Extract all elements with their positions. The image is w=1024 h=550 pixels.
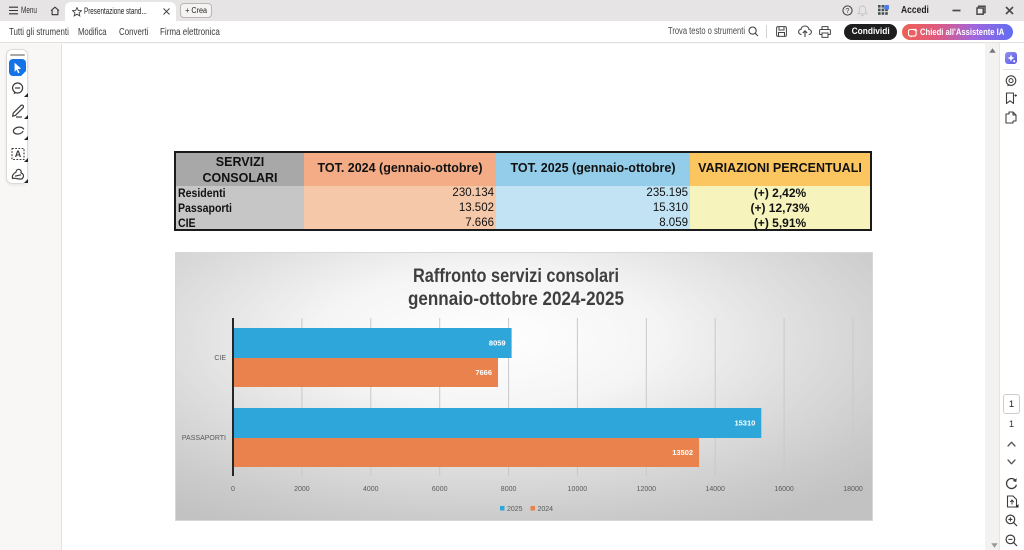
svg-text:12000: 12000 <box>637 486 657 493</box>
svg-text:15310: 15310 <box>734 419 755 428</box>
svg-text:10000: 10000 <box>568 486 588 493</box>
svg-text:6000: 6000 <box>432 486 448 493</box>
svg-text:14000: 14000 <box>705 486 725 493</box>
svg-text:2025: 2025 <box>507 506 523 513</box>
svg-text:gennaio-ottobre 2024-2025: gennaio-ottobre 2024-2025 <box>408 288 624 310</box>
svg-text:PASSAPORTI: PASSAPORTI <box>182 435 226 442</box>
svg-text:?: ? <box>846 8 850 15</box>
svg-text:7666: 7666 <box>475 368 492 377</box>
svg-text:16000: 16000 <box>774 486 794 493</box>
svg-text:8000: 8000 <box>501 486 517 493</box>
svg-text:13502: 13502 <box>672 448 693 457</box>
svg-text:2000: 2000 <box>294 486 310 493</box>
svg-text:CIE: CIE <box>214 355 226 362</box>
svg-text:8059: 8059 <box>489 339 506 348</box>
svg-text:18000: 18000 <box>843 486 863 493</box>
svg-text:Raffronto servizi consolari: Raffronto servizi consolari <box>413 265 619 287</box>
svg-text:4000: 4000 <box>363 486 379 493</box>
svg-text:2024: 2024 <box>538 506 554 513</box>
svg-text:A: A <box>15 149 22 159</box>
svg-text:0: 0 <box>231 486 235 493</box>
